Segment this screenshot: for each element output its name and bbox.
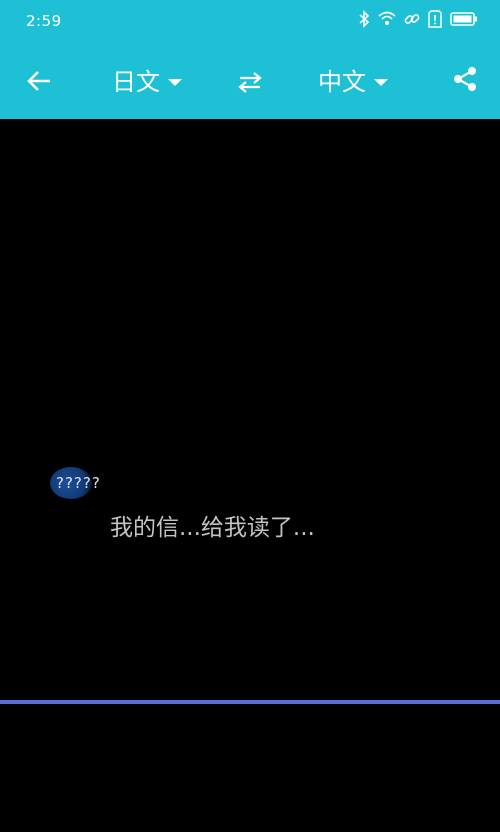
arrow-left-icon bbox=[27, 71, 50, 91]
status-time: 2:59 bbox=[26, 12, 62, 30]
share-button[interactable] bbox=[450, 64, 480, 94]
camera-preview: ????? 我的信...给我读了... bbox=[0, 119, 500, 832]
caret-down-icon bbox=[374, 78, 388, 86]
status-icons bbox=[358, 10, 478, 28]
source-language-dropdown[interactable]: 日文 bbox=[112, 66, 182, 98]
battery-icon bbox=[450, 11, 478, 27]
bluetooth-icon bbox=[358, 10, 370, 28]
status-bar: 2:59 bbox=[0, 0, 500, 42]
bubble-text: ????? bbox=[56, 474, 101, 492]
source-language-label: 日文 bbox=[112, 68, 160, 96]
caret-down-icon bbox=[168, 78, 182, 86]
swap-icon bbox=[238, 72, 262, 93]
link-icon bbox=[404, 11, 420, 27]
app-header: 2:59 日文 中文 bbox=[0, 0, 500, 119]
scan-line bbox=[0, 700, 500, 704]
subtitle-text: 我的信...给我读了... bbox=[110, 515, 315, 541]
swap-languages-button[interactable] bbox=[236, 68, 264, 96]
toolbar: 日文 中文 bbox=[0, 42, 500, 119]
target-language-label: 中文 bbox=[318, 68, 366, 96]
wifi-icon bbox=[378, 11, 396, 27]
back-button[interactable] bbox=[24, 66, 54, 96]
sim-alert-icon bbox=[428, 10, 442, 28]
speech-bubble: ????? bbox=[50, 463, 150, 503]
share-icon bbox=[454, 67, 476, 91]
target-language-dropdown[interactable]: 中文 bbox=[318, 66, 388, 98]
